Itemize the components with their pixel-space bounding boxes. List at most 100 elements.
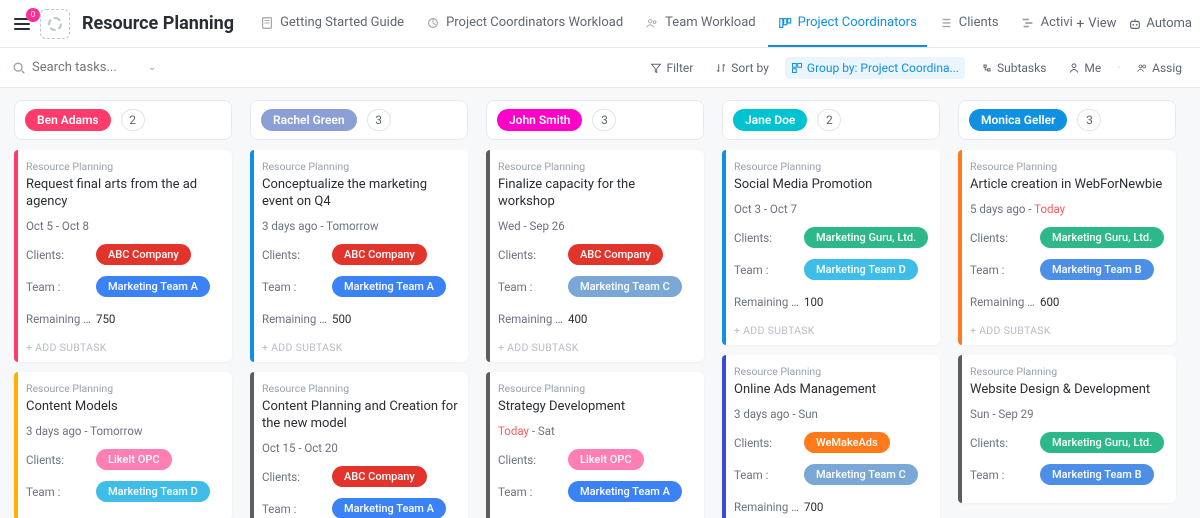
team-chip[interactable]: Marketing Team A xyxy=(96,276,210,297)
remaining-value: 700 xyxy=(804,500,823,514)
remaining-row: Remaining B...450 xyxy=(498,512,694,518)
label: Team : xyxy=(970,263,1040,277)
client-chip[interactable]: LikeIt OPC xyxy=(568,449,644,470)
client-chip[interactable]: ABC Company xyxy=(332,244,427,265)
board-column: John Smith3 Resource PlanningFinalize cap… xyxy=(486,100,704,518)
space-icon[interactable] xyxy=(40,9,70,39)
client-chip[interactable]: Marketing Guru, Ltd. xyxy=(1040,432,1164,453)
add-subtask-button[interactable]: + ADD SUBTASK xyxy=(498,339,694,354)
status-bar xyxy=(486,372,490,518)
task-title: Article creation in WebForNewbie xyxy=(970,177,1166,194)
remaining-row: Remaining B...600 xyxy=(970,290,1166,314)
task-card[interactable]: Resource PlanningArticle creation in Web… xyxy=(958,150,1176,345)
team-chip[interactable]: Marketing Team A xyxy=(332,498,446,518)
client-chip[interactable]: Marketing Guru, Ltd. xyxy=(804,227,928,248)
add-subtask-button[interactable]: + ADD SUBTASK xyxy=(26,339,222,354)
task-card[interactable]: Resource PlanningStrategy DevelopmentTod… xyxy=(486,372,704,518)
remaining-row: Remaining B...100 xyxy=(734,290,930,314)
tab-getting-started[interactable]: Getting Started Guide xyxy=(250,1,414,47)
tab-activity-gantt[interactable]: Activity Gantt xyxy=(1011,1,1073,47)
task-title: Conceptualize the marketing event on Q4 xyxy=(262,177,458,211)
task-dates: Wed - Sep 26 xyxy=(498,219,694,233)
task-card[interactable]: Resource PlanningFinalize capacity for t… xyxy=(486,150,704,362)
sort-button[interactable]: Sort by xyxy=(709,57,775,79)
tab-team-workload[interactable]: Team Workload xyxy=(635,1,765,47)
add-subtask-button[interactable]: + ADD SUBTASK xyxy=(970,322,1166,337)
group-by-button[interactable]: Group by: Project Coordina... xyxy=(785,57,965,79)
task-card[interactable]: Resource PlanningOnline Ads Management3 … xyxy=(722,355,940,518)
label: Team : xyxy=(26,280,96,294)
remaining-value: 600 xyxy=(1040,295,1059,309)
team-chip[interactable]: Marketing Team D xyxy=(96,481,210,502)
client-chip[interactable]: ABC Company xyxy=(96,244,191,265)
column-header[interactable]: Monica Geller3 xyxy=(958,100,1176,140)
task-dates: 3 days ago - Tomorrow xyxy=(262,219,458,233)
team-row: Team :Marketing Team D xyxy=(734,258,930,282)
me-button[interactable]: Me xyxy=(1062,57,1107,79)
chevron-down-icon[interactable]: ⌄ xyxy=(148,62,156,73)
task-dates: Oct 3 - Oct 7 xyxy=(734,202,930,216)
task-card[interactable]: Resource Planning Conceptualize the marke… xyxy=(250,150,468,362)
status-bar xyxy=(14,372,18,518)
client-chip[interactable]: WeMakeAds xyxy=(804,432,890,453)
client-chip[interactable]: Marketing Guru, Ltd. xyxy=(1040,227,1164,248)
team-row: Team :Marketing Team A xyxy=(262,497,458,518)
subtasks-button[interactable]: Subtasks xyxy=(975,57,1052,79)
search-box[interactable]: ⌄ xyxy=(12,60,192,75)
label: Team : xyxy=(26,485,96,499)
team-chip[interactable]: Marketing Team A xyxy=(568,481,682,502)
remaining-row: Remaining B...700 xyxy=(734,495,930,518)
client-chip[interactable]: ABC Company xyxy=(332,466,427,487)
person-chip: Ben Adams xyxy=(25,109,111,131)
team-chip[interactable]: Marketing Team A xyxy=(332,276,446,297)
column-header[interactable]: Ben Adams2 xyxy=(14,100,232,140)
tab-clients[interactable]: Clients xyxy=(929,1,1009,47)
page-title: Resource Planning xyxy=(82,13,234,34)
filter-button[interactable]: Filter xyxy=(644,57,699,79)
label: Team : xyxy=(262,280,332,294)
list-icon xyxy=(939,16,953,30)
team-chip[interactable]: Marketing Team B xyxy=(1040,464,1154,485)
task-card[interactable]: Resource PlanningContent Models3 days ag… xyxy=(14,372,232,518)
label: Remaining B... xyxy=(26,312,96,326)
team-row: Team :Marketing Team A xyxy=(498,480,694,504)
breadcrumb: Resource Planning xyxy=(970,365,1166,378)
task-card[interactable]: Resource Planning Website Design & Develo… xyxy=(958,355,1176,503)
team-chip[interactable]: Marketing Team D xyxy=(804,259,918,280)
tab-project-coordinators[interactable]: Project Coordinators xyxy=(768,1,927,47)
label: Clients: xyxy=(26,453,96,467)
task-card[interactable]: Resource PlanningContent Planning and Cr… xyxy=(250,372,468,518)
task-title: Website Design & Development xyxy=(970,382,1166,399)
search-input[interactable] xyxy=(32,60,142,75)
task-card[interactable]: Resource PlanningRequest final arts from… xyxy=(14,150,232,362)
task-dates: Today - Sat xyxy=(498,424,694,438)
column-header[interactable]: Rachel Green3 xyxy=(250,100,468,140)
task-card[interactable]: Resource PlanningSocial Media PromotionO… xyxy=(722,150,940,345)
cards-list: Resource PlanningRequest final arts from… xyxy=(14,150,232,518)
assignee-button[interactable]: Assig xyxy=(1130,57,1188,79)
remaining-value: 400 xyxy=(568,312,587,326)
column-header[interactable]: John Smith3 xyxy=(486,100,704,140)
add-subtask-button[interactable]: + ADD SUBTASK xyxy=(734,322,930,337)
client-chip[interactable]: LikeIt OPC xyxy=(96,449,172,470)
column-header[interactable]: Jane Doe2 xyxy=(722,100,940,140)
automate-button[interactable]: Automa xyxy=(1128,16,1192,31)
tab-coordinators-workload[interactable]: Project Coordinators Workload xyxy=(416,1,633,47)
count-badge: 2 xyxy=(817,109,841,131)
cards-list: Resource PlanningFinalize capacity for t… xyxy=(486,150,704,518)
team-chip[interactable]: Marketing Team C xyxy=(568,276,682,297)
cards-list: Resource PlanningSocial Media PromotionO… xyxy=(722,150,940,518)
label: Team : xyxy=(734,263,804,277)
gantt-icon xyxy=(1021,16,1035,30)
person-icon xyxy=(1068,62,1080,74)
clients-row: Clients:WeMakeAds xyxy=(734,431,930,455)
team-chip[interactable]: Marketing Team C xyxy=(804,464,918,485)
add-view-button[interactable]: + View xyxy=(1076,16,1116,32)
team-chip[interactable]: Marketing Team B xyxy=(1040,259,1154,280)
menu-button[interactable]: 0 xyxy=(8,12,36,36)
breadcrumb: Resource Planning xyxy=(262,382,458,395)
breadcrumb: Resource Planning xyxy=(262,160,458,173)
client-chip[interactable]: ABC Company xyxy=(568,244,663,265)
status-bar xyxy=(958,355,962,503)
add-subtask-button[interactable]: + ADD SUBTASK xyxy=(262,339,458,354)
